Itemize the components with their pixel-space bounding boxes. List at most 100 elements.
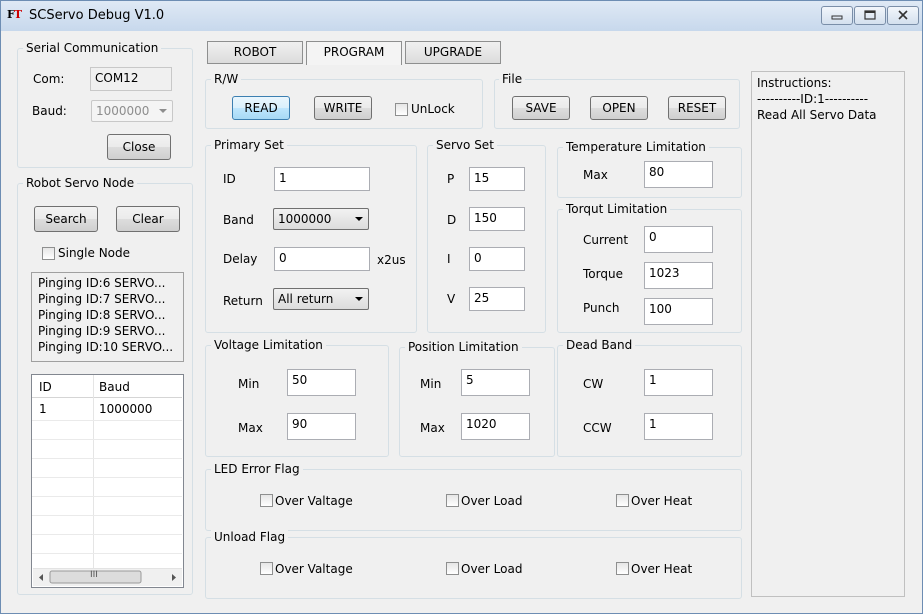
search-button[interactable]: Search xyxy=(34,206,98,232)
minimize-button[interactable] xyxy=(821,6,853,25)
read-button[interactable]: READ xyxy=(232,96,290,120)
baud-select[interactable]: 1000000 xyxy=(91,100,173,122)
horizontal-scrollbar[interactable]: III xyxy=(33,568,182,586)
led-over-load-label: Over Load xyxy=(461,494,523,508)
rw-group: R/W READ WRITE UnLock xyxy=(205,72,483,129)
reset-button[interactable]: RESET xyxy=(668,96,726,120)
row-divider xyxy=(32,553,182,554)
voltage-max-input[interactable]: 90 xyxy=(287,413,356,440)
unload-over-heat-checkbox[interactable] xyxy=(616,562,629,575)
chevron-down-icon xyxy=(159,109,167,113)
i-label: I xyxy=(447,252,451,266)
servo-group-title: Servo Set xyxy=(433,138,497,152)
open-button[interactable]: OPEN xyxy=(590,96,648,120)
temperature-group-title: Temperature Limitation xyxy=(563,140,709,154)
i-input[interactable]: 0 xyxy=(469,247,525,271)
node-group-title: Robot Servo Node xyxy=(23,176,138,190)
unload-over-load-checkbox[interactable] xyxy=(446,562,459,575)
rw-group-title: R/W xyxy=(211,72,242,86)
band-select-value: 1000000 xyxy=(278,212,332,226)
d-input[interactable]: 150 xyxy=(469,207,525,231)
maximize-button[interactable] xyxy=(854,6,886,25)
scroll-grip-icon: III xyxy=(90,570,98,580)
close-window-button[interactable] xyxy=(887,6,919,25)
row-divider xyxy=(32,477,182,478)
close-port-button[interactable]: Close xyxy=(107,134,171,160)
unlock-checkbox[interactable] xyxy=(395,103,408,116)
delay-label: Delay xyxy=(223,252,258,266)
log-line: Pinging ID:7 SERVO... xyxy=(38,292,166,306)
torque-input[interactable]: 1023 xyxy=(644,262,713,289)
ccw-input[interactable]: 1 xyxy=(644,413,713,440)
serial-group-title: Serial Communication xyxy=(23,41,162,55)
column-header-baud[interactable]: Baud xyxy=(99,380,130,394)
return-select-value: All return xyxy=(278,292,334,306)
cw-label: CW xyxy=(583,377,604,391)
cw-input[interactable]: 1 xyxy=(644,369,713,396)
dead-band-group: Dead Band CW 1 CCW 1 xyxy=(557,338,742,457)
led-over-load-checkbox[interactable] xyxy=(446,494,459,507)
row-divider xyxy=(32,458,182,459)
clear-button[interactable]: Clear xyxy=(116,206,180,232)
servo-table[interactable]: ID Baud 1 1000000 III xyxy=(31,374,184,588)
delay-unit-label: x2us xyxy=(377,253,406,267)
baud-select-value: 1000000 xyxy=(96,104,150,118)
tab-program[interactable]: PROGRAM xyxy=(306,41,402,65)
log-line: Pinging ID:10 SERVO... xyxy=(38,340,174,354)
tab-robot[interactable]: ROBOT xyxy=(207,41,303,64)
tab-upgrade[interactable]: UPGRADE xyxy=(405,41,501,64)
chevron-down-icon xyxy=(355,297,363,301)
column-divider xyxy=(93,375,94,570)
id-input[interactable]: 1 xyxy=(274,167,370,191)
com-label: Com: xyxy=(33,72,65,86)
log-line: Pinging ID:8 SERVO... xyxy=(38,308,166,322)
punch-input[interactable]: 100 xyxy=(644,298,713,325)
torque-limitation-group: Torqut Limitation Current 0 Torque 1023 … xyxy=(557,202,742,333)
single-node-label: Single Node xyxy=(58,246,131,260)
return-select[interactable]: All return xyxy=(273,288,369,310)
led-over-voltage-checkbox[interactable] xyxy=(260,494,273,507)
led-error-flag-group: LED Error Flag Over Valtage Over Load Ov… xyxy=(205,462,742,531)
v-input[interactable]: 25 xyxy=(469,287,525,311)
serial-communication-group: Serial Communication Com: COM12 1000000 … xyxy=(17,41,193,168)
instructions-line: ----------ID:1---------- xyxy=(757,92,869,106)
unload-flag-group-title: Unload Flag xyxy=(211,530,289,544)
close-icon xyxy=(898,10,908,20)
save-button[interactable]: SAVE xyxy=(512,96,570,120)
write-button[interactable]: WRITE xyxy=(314,96,372,120)
delay-input[interactable]: 0 xyxy=(274,247,370,271)
unload-flag-group: Unload Flag Over Valtage Over Load Over … xyxy=(205,530,742,599)
single-node-checkbox[interactable] xyxy=(42,247,55,260)
voltage-min-input[interactable]: 50 xyxy=(287,369,356,396)
voltage-group-title: Voltage Limitation xyxy=(211,338,326,352)
title-bar[interactable]: FT SCServo Debug V1.0 xyxy=(1,1,922,31)
position-max-input[interactable]: 1020 xyxy=(461,413,530,440)
v-label: V xyxy=(447,292,456,306)
column-header-id[interactable]: ID xyxy=(39,380,52,394)
current-input[interactable]: 0 xyxy=(644,226,713,253)
p-input[interactable]: 15 xyxy=(469,167,525,191)
log-line: Pinging ID:6 SERVO... xyxy=(38,276,166,290)
primary-group-title: Primary Set xyxy=(211,138,287,152)
scrollbar-graphic xyxy=(39,570,176,584)
table-cell-id: 1 xyxy=(39,402,47,416)
row-divider xyxy=(32,534,182,535)
unlock-label: UnLock xyxy=(411,102,455,116)
servo-set-group: Servo Set P 15 D 150 I 0 V 25 xyxy=(427,138,546,333)
return-label: Return xyxy=(223,294,263,308)
temp-max-input[interactable]: 80 xyxy=(644,161,713,188)
file-group-title: File xyxy=(499,72,526,86)
primary-set-group: Primary Set ID 1 Band 1000000 Delay 0 x2… xyxy=(205,138,417,333)
table-header: ID Baud xyxy=(32,375,182,398)
row-divider xyxy=(32,515,182,516)
app-logo-icon: FT xyxy=(7,8,22,21)
minimize-icon xyxy=(831,15,843,20)
position-min-input[interactable]: 5 xyxy=(461,369,530,396)
temperature-limitation-group: Temperature Limitation Max 80 xyxy=(557,140,742,198)
instructions-panel[interactable]: Instructions: ----------ID:1---------- R… xyxy=(751,71,905,597)
band-select[interactable]: 1000000 xyxy=(273,208,369,230)
instructions-header: Instructions: xyxy=(757,76,832,90)
unload-over-voltage-checkbox[interactable] xyxy=(260,562,273,575)
led-over-heat-checkbox[interactable] xyxy=(616,494,629,507)
com-field[interactable]: COM12 xyxy=(90,67,172,91)
